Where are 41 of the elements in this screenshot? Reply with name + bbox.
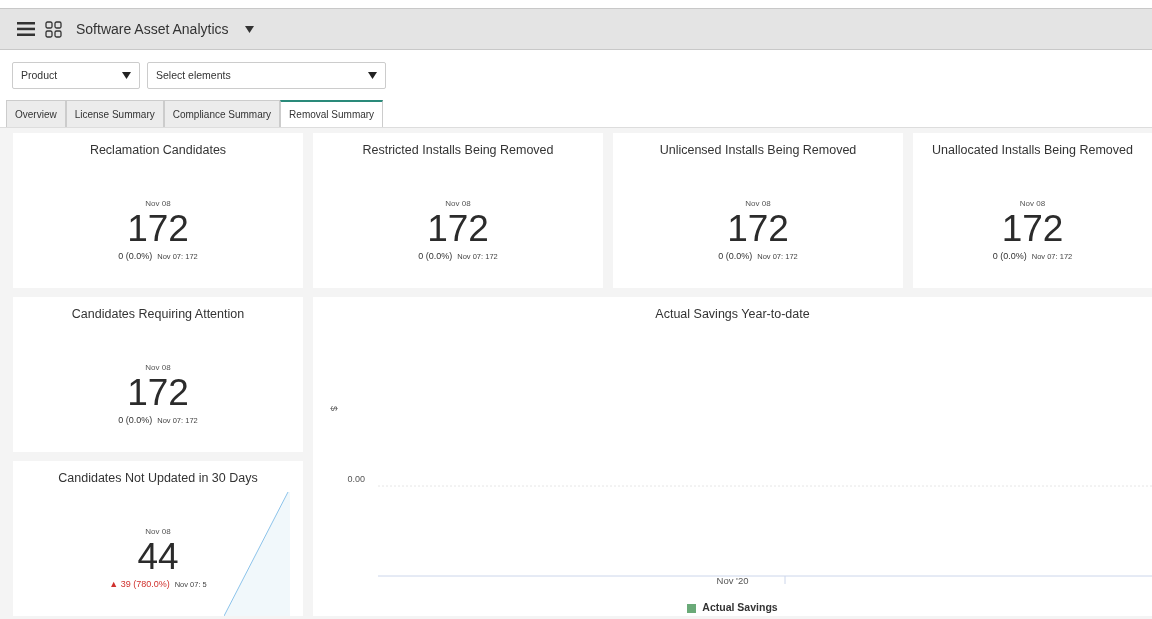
card-title: Candidates Not Updated in 30 Days (58, 470, 258, 487)
card-title: Unlicensed Installs Being Removed (659, 142, 857, 159)
card-title: Reclamation Candidates (89, 142, 227, 159)
metric-change: 0 (0.0%) (118, 249, 153, 263)
card-title: Restricted Installs Being Removed (362, 142, 554, 159)
tab[interactable]: Removal Summary (280, 100, 384, 127)
metric-date: Nov 08 (445, 197, 471, 210)
metric-change: ▲ 39 (780.0%) (109, 577, 170, 591)
menu-icon[interactable] (17, 22, 35, 36)
grid-icon[interactable] (45, 20, 62, 38)
metric-value: 172 (1001, 209, 1064, 248)
app-title: Software Asset Analytics (76, 19, 229, 39)
x-tick-label: Nov '20 (716, 574, 749, 588)
y-axis-label: $ (329, 405, 339, 411)
chart-title: Actual Savings Year-to-date (655, 306, 810, 323)
metric-date: Nov 08 (745, 197, 771, 210)
filter-dropdown[interactable]: Select elements (147, 62, 386, 89)
metric-value: 44 (137, 537, 179, 576)
tab[interactable]: License Summary (65, 100, 164, 127)
metric-change: 0 (0.0%) (992, 249, 1027, 263)
dropdown-caret-icon[interactable] (244, 25, 254, 33)
metric-value: 172 (127, 373, 189, 412)
metric-date: Nov 08 (1019, 197, 1046, 210)
filter-dropdown[interactable]: Product (12, 62, 140, 89)
tab[interactable]: Compliance Summary (163, 100, 281, 127)
metric-date: Nov 08 (145, 361, 171, 374)
tab[interactable]: Overview (6, 100, 66, 127)
caret-icon (368, 72, 377, 79)
card-title: Unallocated Installs Being Removed (932, 142, 1133, 159)
metric-value: 172 (127, 209, 189, 248)
metric-value: 172 (427, 209, 489, 248)
metric-date: Nov 08 (145, 525, 171, 538)
metric-change: 0 (0.0%) (118, 413, 153, 427)
caret-icon (122, 72, 131, 79)
y-tick-label: 0.00 (347, 473, 365, 484)
metric-date: Nov 08 (145, 197, 171, 210)
metric-value: 172 (727, 209, 789, 248)
metric-change: 0 (0.0%) (418, 249, 453, 263)
metric-change: 0 (0.0%) (718, 249, 753, 263)
card-title: Candidates Requiring Attention (71, 306, 245, 323)
legend-label: Actual Savings (702, 600, 778, 616)
